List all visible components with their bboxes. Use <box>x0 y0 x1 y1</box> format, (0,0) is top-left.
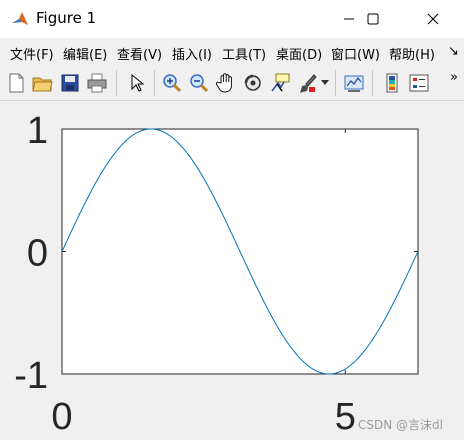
y-tick-label: 0 <box>27 233 48 275</box>
pointer-icon[interactable] <box>126 72 148 94</box>
menu-tools[interactable]: 工具(T) <box>222 44 266 63</box>
data-cursor-icon[interactable] <box>269 72 291 94</box>
menu-desktop[interactable]: 桌面(D) <box>276 44 322 63</box>
menu-insert[interactable]: 插入(I) <box>172 44 212 63</box>
toolbar-separator <box>154 70 155 96</box>
y-tick-label: 1 <box>27 110 48 152</box>
close-button[interactable] <box>410 0 456 38</box>
toolbar-separator <box>116 70 117 96</box>
legend-icon[interactable] <box>408 72 430 94</box>
x-tick-label: 5 <box>335 396 356 438</box>
y-tick-label: -1 <box>14 355 48 397</box>
watermark: CSDN @言沫dl <box>358 418 443 432</box>
save-icon[interactable] <box>59 72 81 94</box>
brush-dropdown-icon[interactable] <box>321 80 329 86</box>
menu-help[interactable]: 帮助(H) <box>389 44 435 63</box>
menu-window[interactable]: 窗口(W) <box>331 44 380 63</box>
toolbar-separator <box>372 70 373 96</box>
menu-edit[interactable]: 编辑(E) <box>63 44 107 63</box>
rotate-icon[interactable] <box>242 72 264 94</box>
print-icon[interactable] <box>86 72 108 94</box>
brush-icon[interactable] <box>296 72 318 94</box>
menu-overflow[interactable]: ↘ <box>448 44 459 59</box>
plot-svg: 0 510-1 <box>14 110 419 438</box>
close-icon <box>427 13 439 25</box>
menu-view[interactable]: 查看(V) <box>117 44 162 63</box>
pan-icon[interactable] <box>215 72 237 94</box>
colorbar-icon[interactable] <box>381 72 403 94</box>
new-figure-icon[interactable] <box>5 72 27 94</box>
zoom-out-icon[interactable] <box>188 72 210 94</box>
zoom-in-icon[interactable] <box>161 72 183 94</box>
link-plot-icon[interactable] <box>343 72 365 94</box>
menu-file[interactable]: 文件(F) <box>10 44 54 63</box>
maximize-icon <box>367 13 379 25</box>
open-icon[interactable] <box>31 72 53 94</box>
matlab-logo-icon <box>12 12 28 25</box>
maximize-button[interactable] <box>350 0 396 38</box>
title-bar: Figure 1 <box>0 0 464 38</box>
toolbar-overflow[interactable]: » <box>450 70 458 85</box>
toolbar-separator <box>335 70 336 96</box>
window-title: Figure 1 <box>36 9 97 27</box>
x-tick-label: 0 <box>51 396 72 438</box>
figure-canvas: 0 5 1 0 -1 <box>0 101 464 440</box>
